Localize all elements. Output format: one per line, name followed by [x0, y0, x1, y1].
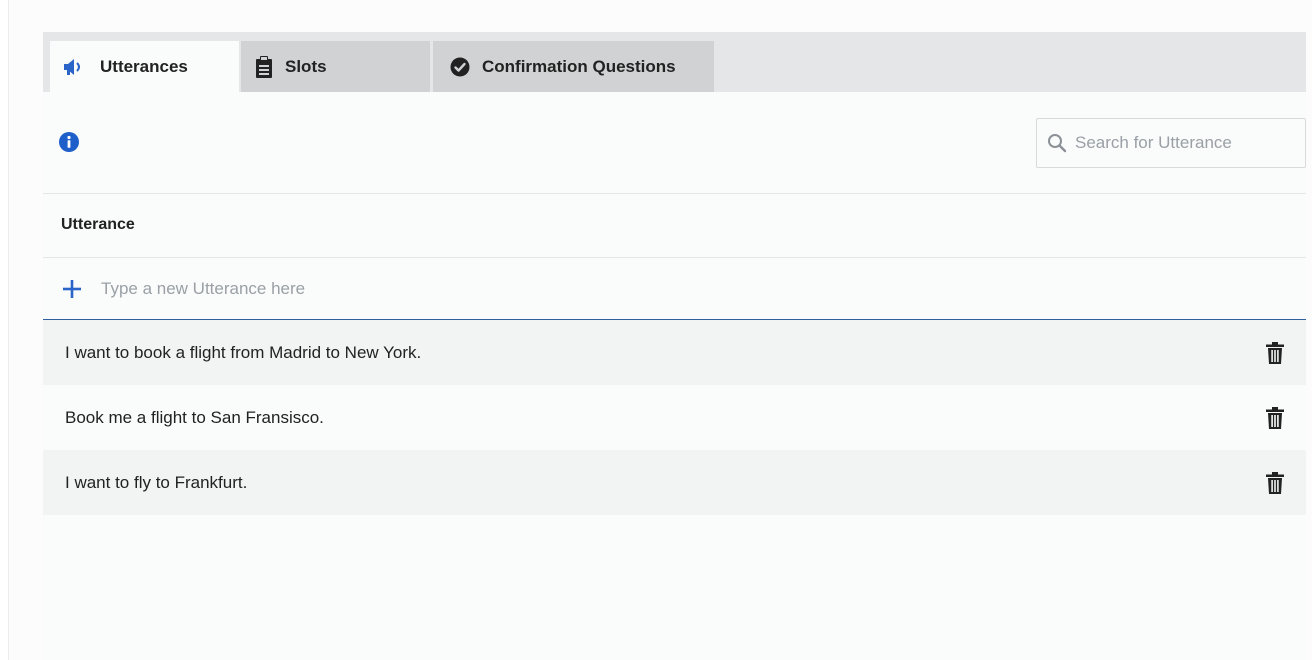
page-frame: Utterances Slots Confirmation Questions … — [8, 0, 1312, 660]
tab-utterances-label: Utterances — [100, 56, 188, 76]
search-input[interactable] — [1075, 133, 1295, 153]
utterances-panel: Utterances Slots Confirmation Questions … — [43, 32, 1306, 660]
utterance-row: I want to book a flight from Madrid to N… — [43, 320, 1306, 385]
utterance-text[interactable]: Book me a flight to San Fransisco. — [43, 408, 324, 428]
tab-slots[interactable]: Slots — [241, 41, 430, 92]
tab-confirmation-questions-label: Confirmation Questions — [482, 56, 676, 76]
check-circle-icon — [450, 57, 470, 77]
tab-utterances[interactable]: Utterances — [50, 41, 239, 92]
divider — [43, 193, 1306, 194]
utterance-list: I want to book a flight from Madrid to N… — [43, 320, 1306, 515]
megaphone-icon — [62, 58, 88, 76]
utterance-text[interactable]: I want to book a flight from Madrid to N… — [43, 343, 421, 363]
tab-confirmation-questions[interactable]: Confirmation Questions — [433, 41, 714, 92]
search-box[interactable] — [1036, 118, 1306, 168]
info-icon[interactable] — [59, 132, 79, 152]
trash-icon[interactable] — [1266, 341, 1284, 364]
tab-slots-label: Slots — [285, 56, 327, 76]
trash-icon[interactable] — [1266, 406, 1284, 429]
utterance-text[interactable]: I want to fly to Frankfurt. — [43, 473, 247, 493]
utterance-row: I want to fly to Frankfurt. — [43, 450, 1306, 515]
clipboard-icon — [255, 55, 273, 78]
plus-icon — [62, 279, 82, 299]
utterance-row: Book me a flight to San Fransisco. — [43, 385, 1306, 450]
trash-icon[interactable] — [1266, 471, 1284, 494]
search-icon — [1047, 133, 1075, 153]
column-header-utterance: Utterance — [61, 216, 135, 233]
new-utterance-input[interactable] — [101, 278, 1001, 299]
new-utterance-row — [43, 258, 1306, 320]
tab-bar: Utterances Slots Confirmation Questions — [43, 32, 1306, 92]
